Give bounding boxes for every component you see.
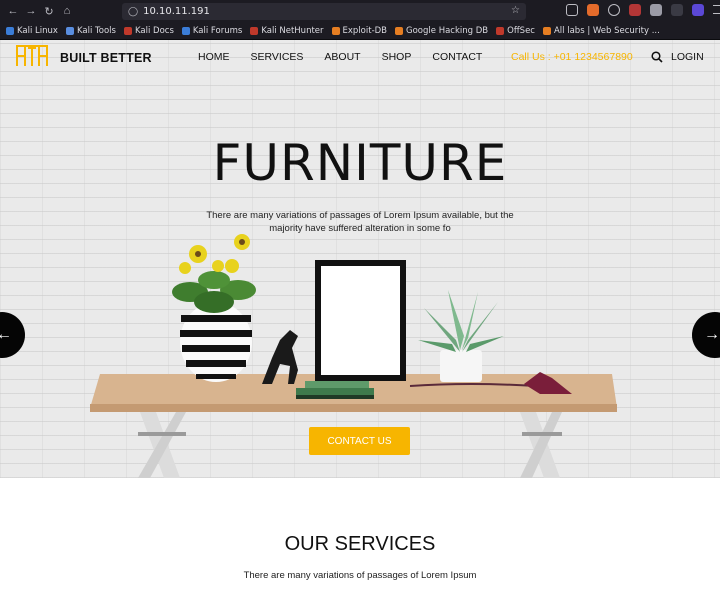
site-header: BUILT BETTER HOME SERVICES ABOUT SHOP CO… xyxy=(0,40,720,76)
flower-plant-icon xyxy=(172,234,256,313)
contact-us-button[interactable]: CONTACT US xyxy=(309,427,410,455)
nav-home[interactable]: HOME xyxy=(198,51,230,63)
bookmark-favicon-icon xyxy=(331,26,340,35)
nav-services[interactable]: SERVICES xyxy=(251,51,304,63)
bookmark-label: Kali Docs xyxy=(134,25,174,36)
bookmark-item[interactable]: Kali Forums xyxy=(181,25,243,36)
forward-icon[interactable]: → xyxy=(22,0,40,22)
search-icon[interactable] xyxy=(651,51,663,63)
bookmark-item[interactable]: Kali Linux xyxy=(6,26,58,36)
bookmark-item[interactable]: Kali Tools xyxy=(65,25,116,36)
hero-title: FURNITURE xyxy=(212,134,508,192)
pocket-icon[interactable] xyxy=(566,4,578,16)
bookmark-item[interactable]: OffSec xyxy=(496,26,535,36)
bookmark-favicon-icon xyxy=(250,26,259,35)
bookmark-label: Exploit-DB xyxy=(342,25,388,36)
bookmark-favicon-icon xyxy=(542,26,551,35)
bookmark-item[interactable]: Kali NetHunter xyxy=(250,25,324,36)
bookmark-favicon-icon xyxy=(395,26,404,35)
logo-icon[interactable] xyxy=(15,44,49,68)
picture-frame-icon xyxy=(315,260,406,381)
bookmark-favicon-icon xyxy=(65,26,74,35)
services-subtitle: There are many variations of passages of… xyxy=(243,570,477,581)
bookmark-item[interactable]: All labs | Web Security ... xyxy=(542,25,660,36)
bookmarks-bar: Kali Linux Kali Tools Kali Docs Kali Forums… xyxy=(0,22,720,40)
arrow-left-icon: ← xyxy=(0,326,12,343)
services-title: OUR SERVICES xyxy=(284,533,436,555)
bookmark-label: OffSec xyxy=(507,25,535,36)
vase-icon xyxy=(180,302,252,382)
settings-icon[interactable] xyxy=(608,4,620,16)
hero-section xyxy=(0,40,720,478)
brand-name[interactable]: BUILT BETTER xyxy=(60,51,152,65)
bookmark-label: Google Hacking DB xyxy=(406,25,489,36)
browser-toolbar: ← → ↻ ⌂ ◯ 10.10.11.191 ☆ xyxy=(0,0,720,22)
bookmark-favicon-icon xyxy=(123,26,132,35)
bookmark-label: Kali Linux xyxy=(17,25,58,36)
bookmark-star-icon[interactable]: ☆ xyxy=(511,5,520,16)
bookmark-label: Kali Forums xyxy=(192,25,243,36)
profile-icon[interactable] xyxy=(692,4,704,16)
home-icon[interactable]: ⌂ xyxy=(58,0,76,22)
lock-icon: ◯ xyxy=(128,6,139,16)
nav-shop[interactable]: SHOP xyxy=(382,51,412,63)
back-icon[interactable]: ← xyxy=(4,0,22,22)
extension-icon[interactable] xyxy=(650,4,662,16)
reload-icon[interactable]: ↻ xyxy=(40,0,58,22)
nav-about[interactable]: ABOUT xyxy=(324,51,360,63)
address-bar[interactable]: ◯ 10.10.11.191 ☆ xyxy=(122,3,526,20)
foxyproxy-icon[interactable] xyxy=(587,4,599,16)
hero-illustration xyxy=(90,234,617,478)
call-us-text[interactable]: Call Us : +01 1234567890 xyxy=(511,51,633,63)
bookmark-item[interactable]: Exploit-DB xyxy=(331,25,388,36)
bookmark-favicon-icon xyxy=(181,26,190,35)
bookmark-label: Kali Tools xyxy=(76,25,116,36)
hero-subtitle: There are many variations of passages of… xyxy=(206,210,514,234)
bookmark-favicon-icon xyxy=(496,26,505,35)
main-nav: HOME SERVICES ABOUT SHOP CONTACT xyxy=(198,51,482,63)
arrow-right-icon: → xyxy=(704,326,720,343)
bookmark-label: All labs | Web Security ... xyxy=(553,25,660,36)
bookmark-favicon-icon xyxy=(6,26,14,35)
login-link[interactable]: LOGIN xyxy=(671,51,704,63)
succulent-plant-icon xyxy=(418,290,504,382)
bookmark-item[interactable]: Kali Docs xyxy=(123,25,174,36)
nav-contact[interactable]: CONTACT xyxy=(432,51,482,63)
bookmark-label: Kali NetHunter xyxy=(261,25,324,36)
wappalyzer-icon[interactable] xyxy=(671,4,683,16)
bookmark-item[interactable]: Google Hacking DB xyxy=(395,26,488,36)
ublock-icon[interactable] xyxy=(629,4,641,16)
url-text: 10.10.11.191 xyxy=(143,6,210,17)
menu-icon[interactable] xyxy=(713,5,720,14)
extensions xyxy=(566,4,720,16)
